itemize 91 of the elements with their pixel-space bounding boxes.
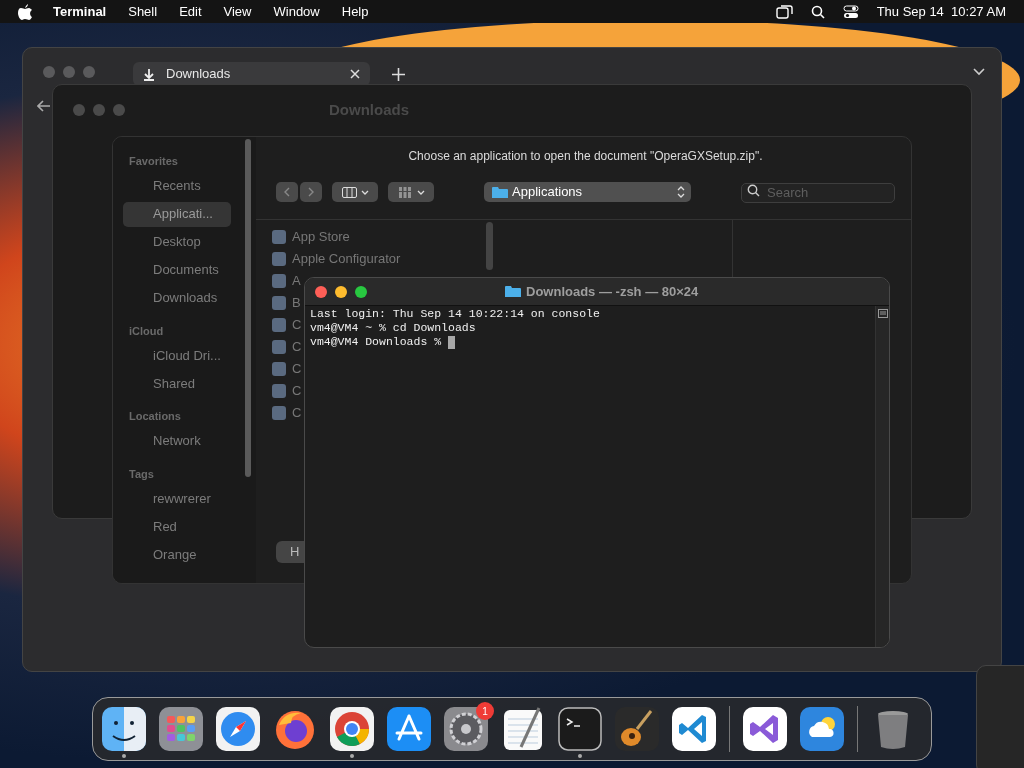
sidebar-item[interactable]: Red — [123, 514, 231, 539]
split-icon[interactable] — [877, 309, 888, 318]
folder-icon — [505, 285, 521, 298]
app-list-item[interactable]: App Store — [292, 227, 350, 247]
terminal-line: vm4@VM4 ~ % cd Downloads — [310, 321, 476, 335]
download-icon — [143, 67, 155, 81]
scrollbar-thumb — [486, 222, 493, 270]
app-icon — [272, 252, 286, 266]
round-wheel-icon[interactable] — [330, 707, 374, 751]
columns-icon — [341, 186, 357, 198]
app-list-item[interactable]: Apple Configurator — [292, 249, 401, 269]
zoom-button[interactable] — [355, 285, 367, 298]
menu-clock[interactable]: Thu Sep 14 10:27 AM — [876, 1, 1006, 22]
windows-icon[interactable] — [775, 4, 793, 19]
menu-item[interactable]: View — [223, 1, 252, 22]
toggles-icon[interactable] — [842, 4, 859, 19]
sidebar-item[interactable]: Documents — [123, 257, 231, 283]
chevron-right-icon — [308, 187, 314, 197]
pencil-a-icon[interactable] — [387, 707, 431, 751]
app-icon — [272, 406, 286, 420]
search-icon[interactable] — [810, 4, 825, 19]
sidebar-item[interactable]: Downloads — [123, 285, 231, 311]
sidebar-heading: iCloud — [128, 323, 165, 339]
close-icon[interactable] — [350, 69, 360, 79]
sidebar-item[interactable]: Orange — [123, 542, 231, 567]
app-icon — [272, 296, 286, 310]
close-button[interactable] — [315, 285, 327, 298]
terminal-line: Last login: Thu Sep 14 10:22:14 on console — [310, 307, 600, 321]
sidebar-heading: Favorites — [128, 154, 179, 169]
gear-icon[interactable] — [444, 707, 488, 751]
chevron-left-icon — [284, 187, 290, 197]
app-icon — [272, 384, 286, 398]
columns-view-button[interactable] — [332, 182, 378, 202]
plus-icon[interactable] — [392, 67, 405, 81]
infinity-ribbon-icon[interactable] — [743, 707, 787, 751]
smiling-face-icon[interactable] — [102, 707, 146, 751]
sidebar-heading: Tags — [128, 466, 155, 482]
compass-icon[interactable] — [216, 707, 260, 751]
app-icon — [272, 274, 286, 288]
sidebar-item[interactable]: Network — [123, 428, 231, 454]
help-button[interactable]: H — [276, 541, 304, 563]
search-icon — [747, 184, 760, 197]
guitar-icon[interactable] — [615, 707, 659, 751]
group-button[interactable] — [388, 182, 434, 202]
search-field[interactable]: Search — [741, 182, 895, 203]
notification-badge: 1 — [476, 702, 494, 720]
sidebar-item[interactable]: Shared — [123, 371, 231, 396]
grid-icon[interactable] — [159, 707, 203, 751]
window-title: Downloads — -zsh — 80×24 — [526, 282, 699, 301]
sidebar-item[interactable]: Applicati... — [123, 201, 231, 227]
dialog-prompt: Choose an application to open the document "OperaGXSetup.zip". — [407, 148, 764, 165]
up-down-arrows-icon — [677, 186, 685, 198]
app-list-item[interactable]: C — [292, 315, 302, 335]
text-cursor — [448, 335, 456, 349]
back-arrow-icon[interactable] — [37, 100, 51, 112]
app-list-item[interactable]: A — [292, 271, 301, 291]
app-list-item[interactable]: C — [292, 381, 302, 401]
browser-tab[interactable]: Downloads — [133, 62, 370, 86]
app-icon — [272, 362, 286, 376]
caret-icon — [360, 189, 369, 195]
app-list-item[interactable]: B — [292, 293, 301, 313]
icon-grid-icon — [397, 186, 413, 198]
minimize-button[interactable] — [335, 285, 347, 298]
terminal-icon[interactable] — [558, 707, 602, 751]
app-list-item[interactable]: C — [292, 337, 302, 357]
location-popup[interactable]: Applications — [484, 182, 691, 202]
terminal-line: vm4@VM4 Downloads % — [310, 335, 442, 349]
notepad-icon[interactable] — [501, 707, 545, 751]
chevron-down-icon[interactable] — [973, 68, 985, 76]
sidebar-item[interactable]: rewwrerer — [123, 486, 231, 511]
menu-item[interactable]: Help — [341, 1, 369, 22]
app-icon — [272, 230, 286, 244]
back-button[interactable] — [276, 182, 298, 202]
sidebar-item[interactable]: iCloud Dri... — [123, 343, 231, 368]
sidebar-heading: Locations — [128, 409, 182, 424]
app-menu[interactable]: Terminal — [53, 1, 107, 22]
app-list-item[interactable]: C — [292, 403, 302, 423]
app-list-item[interactable]: C — [292, 359, 302, 379]
app-icon — [272, 340, 286, 354]
apple-logo-icon[interactable] — [18, 3, 32, 20]
sun-cloud-icon[interactable] — [800, 707, 844, 751]
menu-item[interactable]: Shell — [128, 1, 158, 22]
caret-icon — [416, 189, 425, 195]
sidebar-item[interactable]: Desktop — [123, 229, 231, 255]
code-ribbon-icon[interactable] — [672, 707, 716, 751]
menu-item[interactable]: Edit — [179, 1, 202, 22]
forward-button[interactable] — [300, 182, 322, 202]
menu-item[interactable]: Window — [273, 1, 320, 22]
app-icon — [272, 318, 286, 332]
folder-icon — [492, 185, 508, 199]
sidebar-item[interactable]: Recents — [123, 173, 231, 199]
